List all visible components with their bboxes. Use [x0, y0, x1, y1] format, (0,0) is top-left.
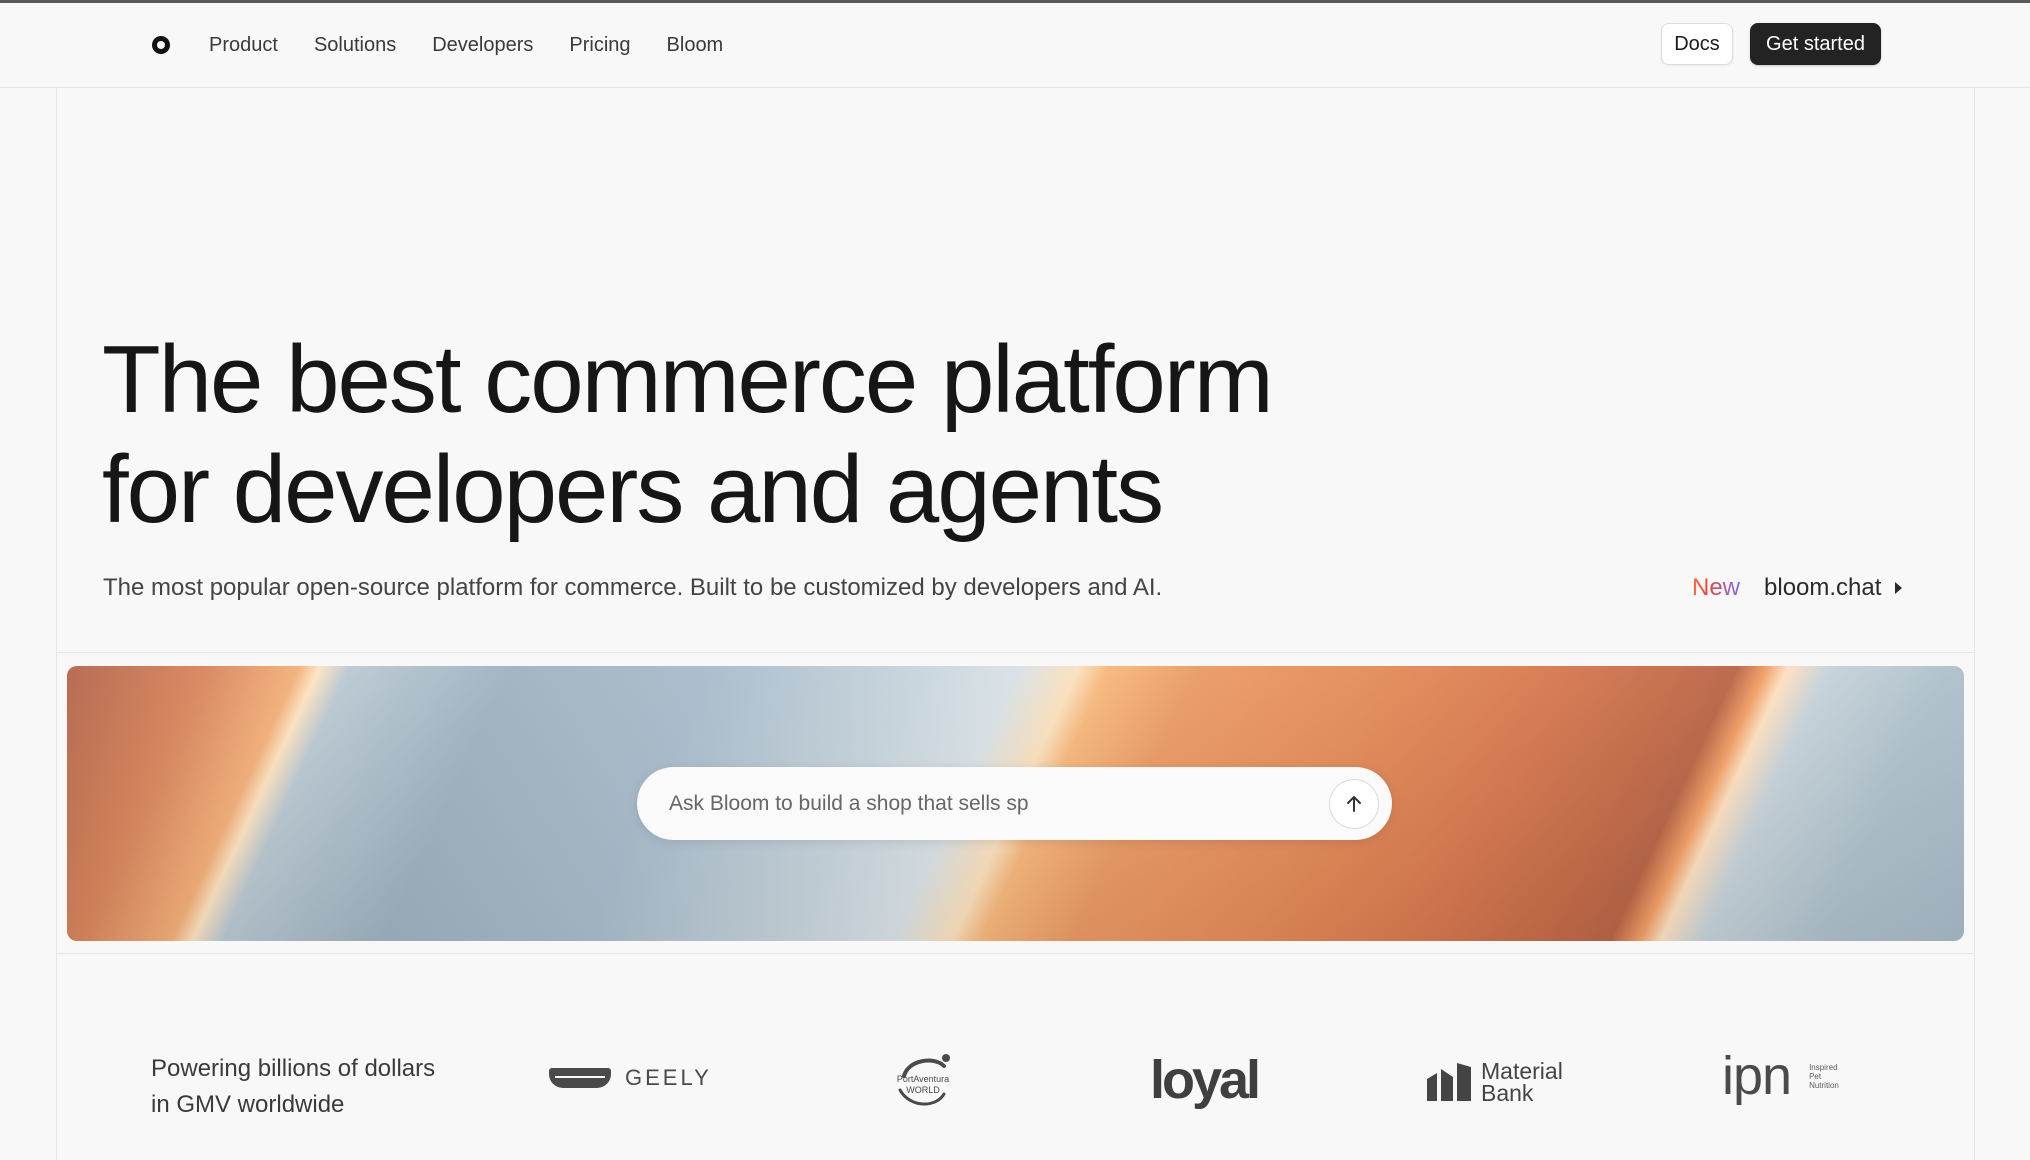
loyal-logo: loyal [1150, 1050, 1261, 1110]
nav-item-bloom[interactable]: Bloom [667, 30, 724, 60]
caret-right-icon [1895, 582, 1903, 594]
new-badge: New [1692, 574, 1741, 601]
nav-item-solutions[interactable]: Solutions [314, 30, 396, 60]
page-frame-left [56, 88, 57, 1160]
hero-title-line-2: for developers and agents [102, 436, 1164, 543]
material-bank-logo: Material Bank [1427, 1058, 1581, 1106]
ask-bloom-input[interactable] [669, 786, 1309, 822]
ipn-wordmark: ipn [1722, 1046, 1792, 1106]
ask-bloom-box [637, 767, 1392, 840]
geely-wordmark: GEELY [625, 1065, 712, 1090]
section-divider [56, 953, 1974, 954]
nav-item-pricing[interactable]: Pricing [569, 30, 630, 60]
material-bank-mark-icon [1427, 1063, 1471, 1101]
geely-mark-icon [549, 1068, 611, 1088]
hero-title: The best commerce platform for developer… [102, 325, 1502, 545]
announcement-link[interactable]: New bloom.chat [1692, 573, 1903, 603]
get-started-button[interactable]: Get started [1750, 23, 1881, 65]
send-button[interactable] [1329, 779, 1379, 829]
page-frame-right [1974, 88, 1975, 1160]
main-nav: Product Solutions Developers Pricing Blo… [209, 30, 723, 60]
ipn-tagline: Inspired Pet Nutrition [1809, 1062, 1839, 1090]
loyal-wordmark: loyal [1150, 1050, 1261, 1110]
portaventura-logo: PortAventura WORLD [890, 1050, 956, 1110]
bloom-chat-link[interactable]: bloom.chat [1764, 573, 1881, 603]
docs-button[interactable]: Docs [1661, 23, 1733, 65]
geely-logo: GEELY [549, 1065, 712, 1091]
top-navigation: Product Solutions Developers Pricing Blo… [0, 3, 2030, 88]
section-divider [56, 652, 1974, 653]
ipn-logo: ipn Inspired Pet Nutrition [1722, 1046, 1849, 1106]
powering-tagline: Powering billions of dollars in GMV worl… [151, 1055, 436, 1118]
circle-logo-icon[interactable] [152, 36, 170, 54]
nav-item-developers[interactable]: Developers [432, 30, 533, 60]
hero-subtitle: The most popular open-source platform fo… [103, 574, 1163, 601]
arrow-up-icon [1347, 796, 1361, 812]
nav-item-product[interactable]: Product [209, 30, 278, 60]
portaventura-wordmark: PortAventura WORLD [896, 1074, 950, 1095]
hero-title-line-1: The best commerce platform [102, 326, 1274, 433]
material-bank-wordmark: Material Bank [1481, 1058, 1563, 1106]
